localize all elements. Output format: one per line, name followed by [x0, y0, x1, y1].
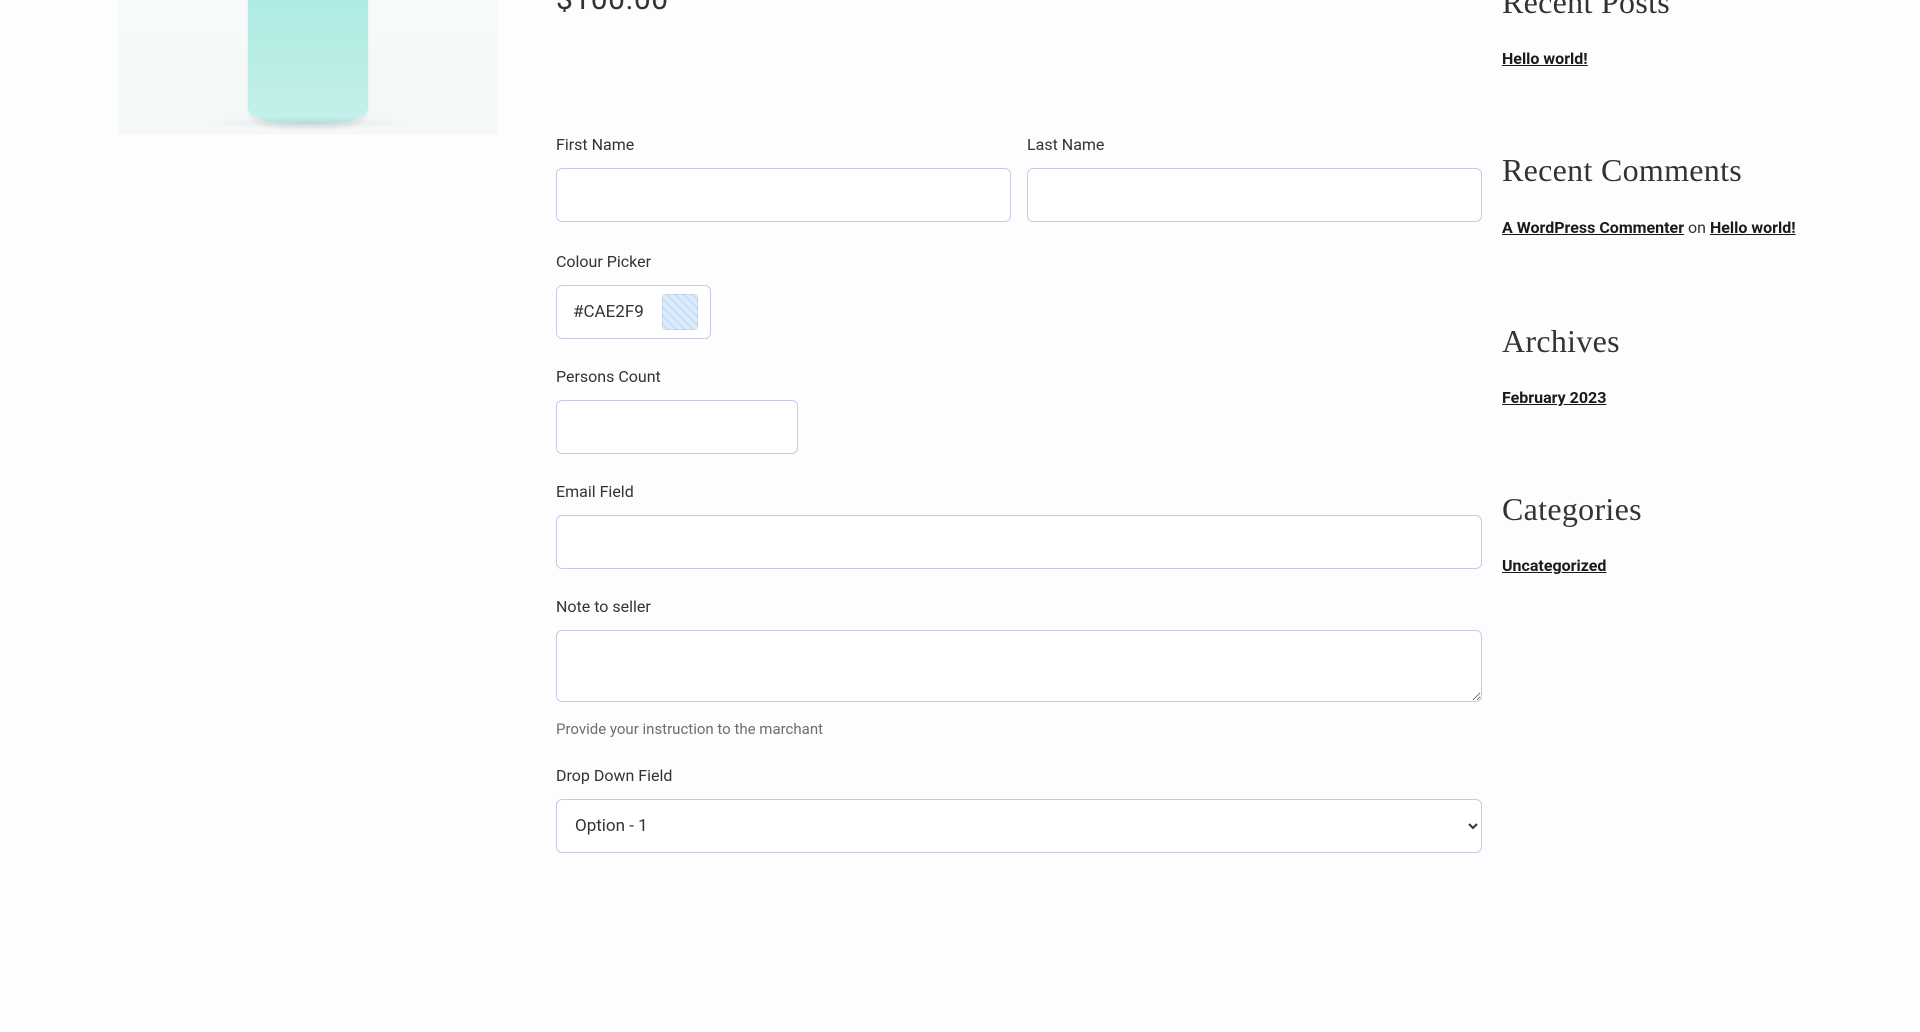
- widget-recent-posts: Recent Posts Hello world!: [1502, 0, 1802, 68]
- colour-picker-label: Colour Picker: [556, 252, 1482, 271]
- colour-picker[interactable]: #CAE2F9: [556, 285, 711, 339]
- note-to-seller-input[interactable]: [556, 630, 1482, 702]
- recent-comments-heading: Recent Comments: [1502, 152, 1802, 189]
- first-name-input[interactable]: [556, 168, 1011, 222]
- email-field-label: Email Field: [556, 482, 1482, 501]
- recent-post-link[interactable]: Hello world!: [1502, 49, 1588, 68]
- comment-on-text: on: [1684, 218, 1710, 237]
- comment-post-link[interactable]: Hello world!: [1710, 218, 1796, 237]
- comment-author-link[interactable]: A WordPress Commenter: [1502, 218, 1684, 237]
- note-helper-text: Provide your instruction to the marchant: [556, 720, 1482, 738]
- dropdown-label: Drop Down Field: [556, 766, 1482, 785]
- note-to-seller-label: Note to seller: [556, 597, 1482, 616]
- persons-count-input[interactable]: [556, 400, 798, 454]
- colour-value: #CAE2F9: [573, 302, 644, 322]
- cup-illustration: [248, 0, 368, 124]
- recent-posts-heading: Recent Posts: [1502, 0, 1802, 21]
- archive-link[interactable]: February 2023: [1502, 388, 1606, 407]
- widget-recent-comments: Recent Comments A WordPress Commenter on…: [1502, 152, 1802, 239]
- widget-categories: Categories Uncategorized: [1502, 491, 1802, 575]
- first-name-label: First Name: [556, 135, 1011, 154]
- cup-shadow: [208, 116, 408, 130]
- archives-heading: Archives: [1502, 323, 1802, 360]
- product-image[interactable]: [118, 0, 498, 134]
- widget-archives: Archives February 2023: [1502, 323, 1802, 407]
- email-field-input[interactable]: [556, 515, 1482, 569]
- last-name-label: Last Name: [1027, 135, 1482, 154]
- colour-swatch[interactable]: [662, 294, 698, 330]
- categories-heading: Categories: [1502, 491, 1802, 528]
- persons-count-label: Persons Count: [556, 367, 1482, 386]
- dropdown-field[interactable]: Option - 1: [556, 799, 1482, 853]
- last-name-input[interactable]: [1027, 168, 1482, 222]
- product-price: $100.00: [556, 0, 1482, 17]
- category-link[interactable]: Uncategorized: [1502, 556, 1606, 575]
